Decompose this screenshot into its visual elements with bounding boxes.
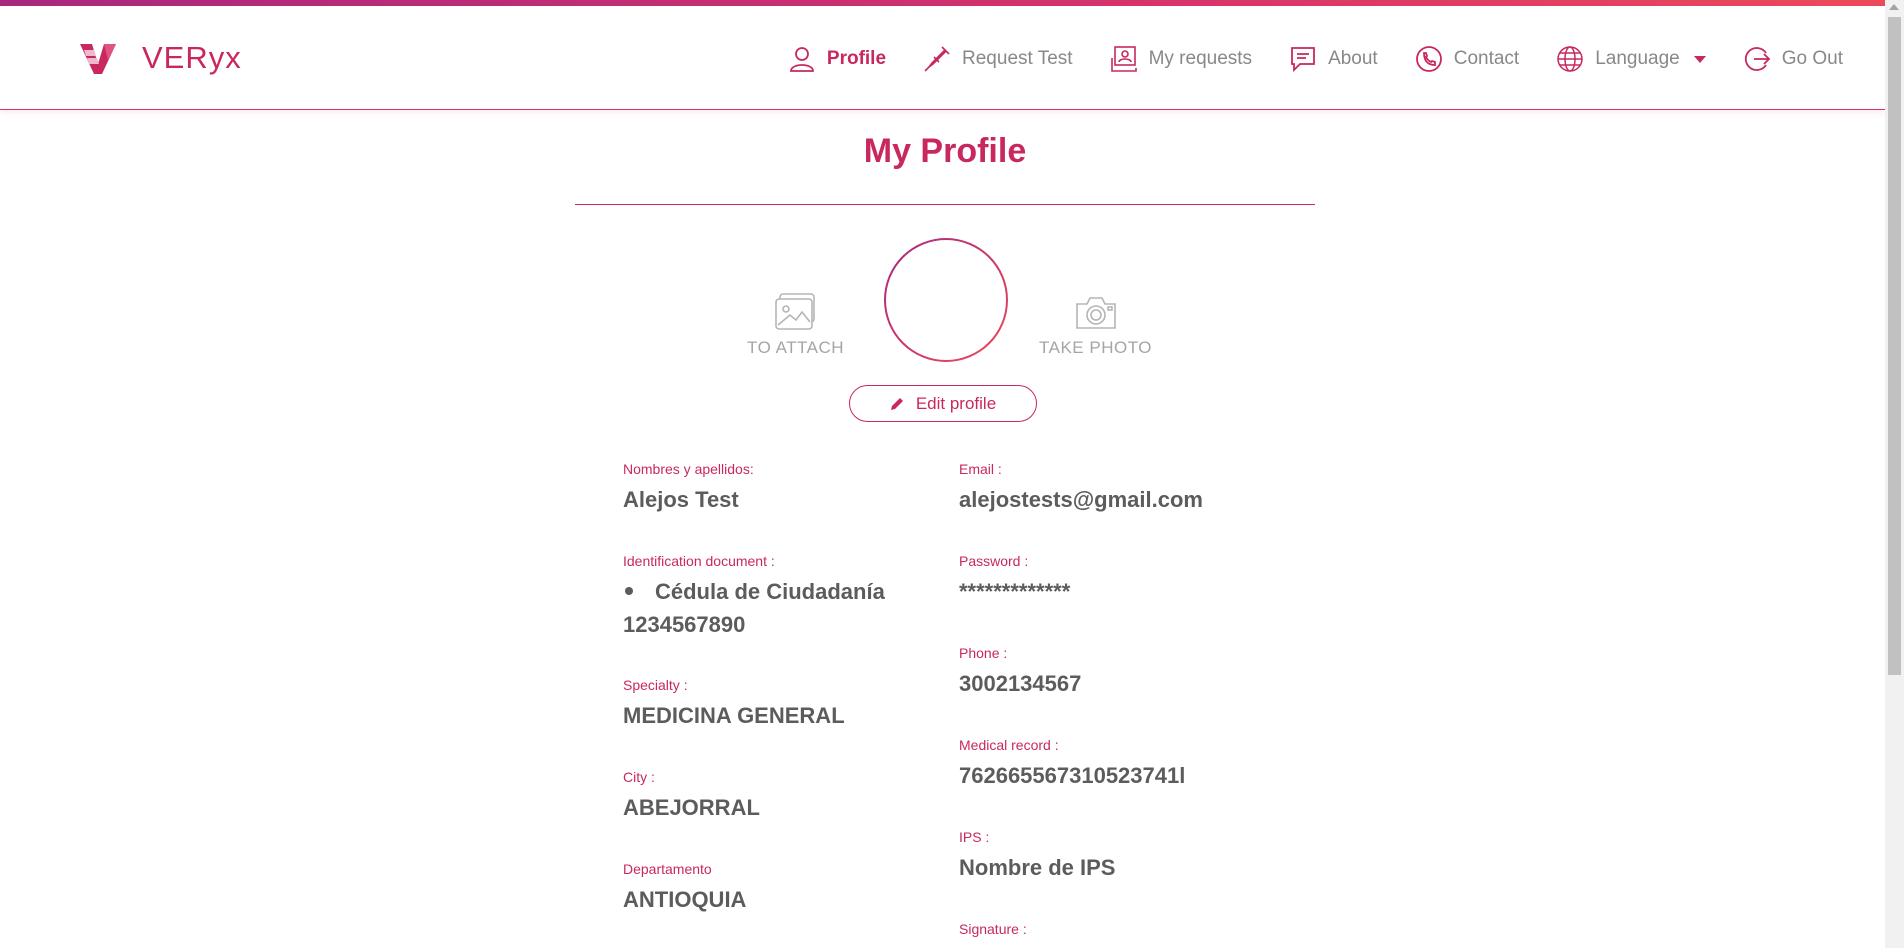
nav-go-out[interactable]: Go Out — [1742, 44, 1843, 74]
field-label: IPS : — [959, 829, 990, 845]
field-label: Password : — [959, 553, 1029, 569]
globe-icon — [1557, 46, 1583, 72]
field-medical-record: Medical record : 762665567310523741l — [959, 737, 1185, 792]
nav-request-test[interactable]: Request Test — [922, 44, 1073, 74]
field-value: alejostests@gmail.com — [959, 487, 1203, 512]
nav-about[interactable]: About — [1288, 44, 1378, 74]
field-label: Email : — [959, 461, 1002, 477]
id-doc-number: 1234567890 — [623, 612, 746, 637]
bullet — [625, 587, 633, 596]
edit-profile-button[interactable]: Edit profile — [849, 385, 1037, 422]
field-label: Phone : — [959, 645, 1008, 661]
scrollbar-thumb[interactable] — [1888, 17, 1901, 675]
field-ips: IPS : Nombre de IPS — [959, 829, 1115, 884]
user-icon — [789, 47, 814, 72]
nav-my-requests[interactable]: My requests — [1109, 44, 1252, 74]
title-divider — [575, 204, 1315, 205]
attach-photo-label: TO ATTACH — [747, 338, 845, 357]
logout-icon — [1744, 47, 1771, 71]
field-email: Email : alejostests@gmail.com — [959, 461, 1203, 516]
field-value: ABEJORRAL — [623, 795, 760, 820]
field-names: Nombres y apellidos: Alejos Test — [623, 461, 754, 516]
nav-go-out-label: Go Out — [1781, 48, 1843, 69]
field-city: City : ABEJORRAL — [623, 769, 760, 824]
field-value: Cédula de Ciudadanía 1234567890 — [623, 575, 923, 641]
field-label: Nombres y apellidos: — [623, 461, 754, 477]
attach-photo-button[interactable]: TO ATTACH — [747, 292, 844, 358]
field-specialty: Specialty : MEDICINA GENERAL — [623, 677, 845, 732]
avatar — [884, 238, 1008, 362]
nav-about-label: About — [1328, 48, 1378, 69]
app-header: VERyx Profile Request Test My requests A… — [0, 6, 1885, 110]
edit-profile-label: Edit profile — [915, 393, 997, 413]
scroll-up-arrow-icon[interactable] — [1889, 4, 1899, 10]
field-value: Alejos Test — [623, 487, 739, 512]
id-doc-type: Cédula de Ciudadanía — [655, 579, 885, 604]
phone-icon — [1415, 46, 1442, 72]
veryx-logo-icon — [80, 44, 116, 74]
brand-name: VERyx — [142, 40, 242, 75]
field-value: Nombre de IPS — [959, 855, 1116, 880]
field-label: City : — [623, 769, 655, 785]
field-label: Medical record : — [959, 737, 1059, 753]
nav-language-dropdown[interactable]: Language — [1555, 44, 1706, 74]
pencil-icon — [890, 397, 903, 410]
nav-contact-label: Contact — [1453, 48, 1520, 69]
main-nav: Profile Request Test My requests About C… — [787, 44, 1843, 74]
nav-request-test-label: Request Test — [962, 48, 1073, 69]
nav-contact[interactable]: Contact — [1414, 44, 1519, 74]
field-departamento: Departamento ANTIOQUIA — [623, 861, 746, 916]
nav-my-requests-label: My requests — [1148, 48, 1253, 69]
field-label: Specialty : — [623, 677, 688, 693]
field-password: Password : ************* — [959, 553, 1070, 608]
chevron-down-icon — [1693, 55, 1706, 63]
camera-icon — [1075, 297, 1116, 329]
chat-icon — [1291, 47, 1315, 73]
page-title: My Profile — [863, 132, 1027, 170]
take-photo-button[interactable]: TAKE PHOTO — [1039, 292, 1152, 358]
field-value: ANTIOQUIA — [623, 887, 747, 912]
brand[interactable]: VERyx — [78, 40, 242, 76]
profile-photo-area: TO ATTACH TAKE PHOTO — [575, 236, 1315, 366]
field-label: Departamento — [623, 861, 712, 877]
take-photo-label: TAKE PHOTO — [1039, 338, 1153, 357]
field-label: Signature : — [959, 921, 1027, 937]
nav-language-label: Language — [1595, 48, 1680, 69]
field-value: 3002134567 — [959, 671, 1082, 696]
nav-profile[interactable]: Profile — [787, 44, 886, 74]
field-value: ************* — [959, 579, 1071, 604]
field-signature: Signature : — [959, 921, 1027, 943]
requests-icon — [1110, 46, 1137, 72]
field-value: 762665567310523741l — [959, 763, 1186, 788]
field-value: MEDICINA GENERAL — [623, 703, 845, 728]
syringe-icon — [924, 46, 950, 72]
field-label: Identification document : — [623, 553, 775, 569]
nav-profile-label: Profile — [826, 48, 887, 69]
field-id-document: Identification document : Cédula de Ciud… — [623, 553, 923, 641]
field-phone: Phone : 3002134567 — [959, 645, 1081, 700]
image-icon — [774, 293, 815, 330]
